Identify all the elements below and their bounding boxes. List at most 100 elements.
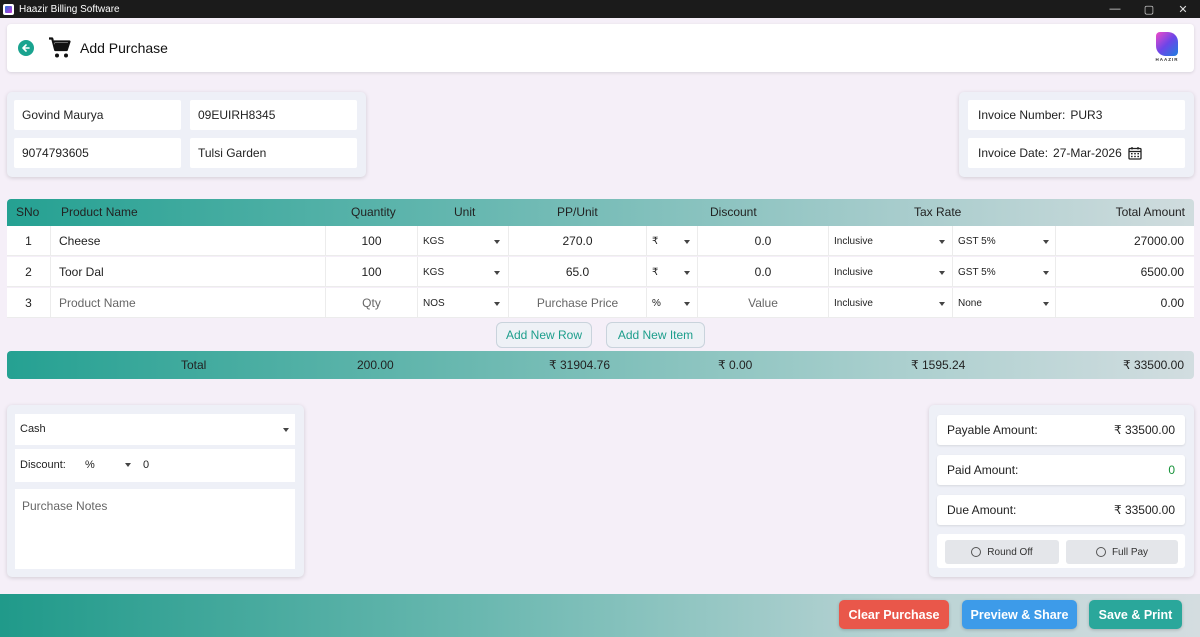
invoice-number-field[interactable]: Invoice Number: PUR3: [968, 100, 1185, 130]
chevron-down-icon: [494, 240, 500, 244]
clear-purchase-button[interactable]: Clear Purchase: [839, 600, 949, 629]
row-sno: 2: [7, 257, 51, 287]
tax-mode-select[interactable]: Inclusive: [829, 226, 953, 256]
close-button[interactable]: ✕: [1166, 0, 1200, 18]
payable-amount-value: ₹ 33500.00: [1113, 423, 1175, 437]
col-discount: Discount: [710, 205, 757, 219]
chevron-down-icon: [684, 271, 690, 275]
add-new-item-button[interactable]: Add New Item: [606, 322, 705, 348]
bill-discount-row: Discount: % 0: [15, 449, 295, 482]
chevron-down-icon: [684, 240, 690, 244]
discount-type-select[interactable]: %: [647, 288, 698, 318]
unit-select[interactable]: NOS: [418, 288, 509, 318]
quantity-input[interactable]: 100: [326, 226, 418, 256]
app-icon: [3, 3, 14, 15]
preview-share-button[interactable]: Preview & Share: [962, 600, 1077, 629]
radio-icon: [1095, 547, 1106, 557]
shopping-cart-icon: [49, 37, 71, 58]
tax-mode-select[interactable]: Inclusive: [829, 257, 953, 287]
purchase-price-input[interactable]: 65.0: [509, 257, 647, 287]
supplier-details-card: Govind Maurya 09EUIRH8345 9074793605 Tul…: [7, 92, 366, 177]
bill-discount-input[interactable]: 0: [143, 459, 149, 471]
arrow-left-icon: [22, 44, 30, 52]
invoice-details-card: Invoice Number: PUR3 Invoice Date: 27-Ma…: [959, 92, 1194, 177]
page-title: Add Purchase: [80, 40, 168, 56]
supplier-gstin-field[interactable]: 09EUIRH8345: [190, 100, 357, 130]
chevron-down-icon: [684, 302, 690, 306]
invoice-date-value: 27-Mar-2026: [1053, 146, 1122, 160]
round-off-toggle[interactable]: Round Off: [945, 540, 1059, 564]
unit-select[interactable]: KGS: [418, 226, 509, 256]
supplier-name-field[interactable]: Govind Maurya: [14, 100, 181, 130]
row-total-amount: 27000.00: [1133, 234, 1184, 248]
discount-type-select[interactable]: ₹: [647, 226, 698, 256]
payable-amount-label: Payable Amount:: [947, 423, 1038, 437]
discount-input[interactable]: 0.0: [698, 226, 829, 256]
total-purchase-price: ₹ 31904.76: [549, 358, 611, 372]
col-pp-unit: PP/Unit: [557, 205, 598, 219]
due-amount-value: ₹ 33500.00: [1113, 503, 1175, 517]
payment-mode-select[interactable]: Cash: [15, 414, 295, 445]
total-tax: ₹ 1595.24: [911, 358, 966, 372]
radio-icon: [971, 547, 982, 557]
chevron-down-icon: [494, 271, 500, 275]
payment-options-card: Cash Discount: % 0 Purchase Notes: [7, 405, 304, 577]
save-print-button[interactable]: Save & Print: [1089, 600, 1182, 629]
bill-discount-label: Discount:: [20, 459, 66, 471]
total-amount: ₹ 33500.00: [1122, 358, 1184, 372]
col-total-amount: Total Amount: [1115, 205, 1185, 219]
minimize-button[interactable]: —: [1098, 0, 1132, 18]
row-total-amount: 6500.00: [1140, 265, 1184, 279]
supplier-phone-field[interactable]: 9074793605: [14, 138, 181, 168]
paid-amount-input[interactable]: 0: [1168, 463, 1175, 477]
supplier-address-field[interactable]: Tulsi Garden: [190, 138, 357, 168]
unit-select[interactable]: KGS: [418, 257, 509, 287]
chevron-down-icon: [494, 302, 500, 306]
tax-rate-select[interactable]: GST 5%: [953, 226, 1056, 256]
chevron-down-icon: [1043, 240, 1049, 244]
discount-input[interactable]: Value: [698, 288, 829, 318]
row-total-amount: 0.00: [1160, 296, 1184, 310]
full-pay-toggle[interactable]: Full Pay: [1066, 540, 1178, 564]
product-name-input[interactable]: Product Name: [51, 288, 326, 318]
chevron-down-icon: [939, 302, 945, 306]
maximize-button[interactable]: ▢: [1132, 0, 1166, 18]
bill-discount-type-select[interactable]: %: [85, 453, 137, 477]
window-title-bar: Haazir Billing Software — ▢ ✕: [0, 0, 1200, 18]
tax-rate-select[interactable]: None: [953, 288, 1056, 318]
invoice-number-label: Invoice Number:: [978, 108, 1066, 122]
due-amount-label: Due Amount:: [947, 503, 1017, 517]
product-name-input[interactable]: Cheese: [51, 226, 326, 256]
invoice-date-field[interactable]: Invoice Date: 27-Mar-2026: [968, 138, 1185, 168]
tax-rate-select[interactable]: GST 5%: [953, 257, 1056, 287]
chevron-down-icon: [1043, 271, 1049, 275]
discount-input[interactable]: 0.0: [698, 257, 829, 287]
purchase-price-input[interactable]: Purchase Price: [509, 288, 647, 318]
col-sno: SNo: [16, 205, 40, 219]
purchase-notes-input[interactable]: Purchase Notes: [15, 489, 295, 569]
row-sno: 3: [7, 288, 51, 318]
chevron-down-icon: [283, 428, 289, 432]
purchase-price-input[interactable]: 270.0: [509, 226, 647, 256]
invoice-number-value: PUR3: [1070, 108, 1103, 122]
col-product-name: Product Name: [61, 205, 138, 219]
back-button[interactable]: [18, 40, 34, 56]
total-discount: ₹ 0.00: [718, 358, 753, 372]
calendar-icon[interactable]: [1128, 146, 1142, 160]
paid-amount-row[interactable]: Paid Amount: 0: [937, 455, 1185, 485]
due-amount-row: Due Amount: ₹ 33500.00: [937, 495, 1185, 525]
action-footer: Clear Purchase Preview & Share Save & Pr…: [0, 594, 1200, 637]
payable-amount-row: Payable Amount: ₹ 33500.00: [937, 415, 1185, 445]
quantity-input[interactable]: Qty: [326, 288, 418, 318]
chevron-down-icon: [1043, 302, 1049, 306]
window-title: Haazir Billing Software: [19, 3, 120, 15]
chevron-down-icon: [939, 240, 945, 244]
quantity-input[interactable]: 100: [326, 257, 418, 287]
add-new-row-button[interactable]: Add New Row: [496, 322, 592, 348]
table-row: 2 Toor Dal 100 KGS 65.0 ₹ 0.0 Inclusive …: [7, 257, 1194, 287]
tax-mode-select[interactable]: Inclusive: [829, 288, 953, 318]
product-name-input[interactable]: Toor Dal: [51, 257, 326, 287]
totals-bar: Total 200.00 ₹ 31904.76 ₹ 0.00 ₹ 1595.24…: [7, 351, 1194, 379]
discount-type-select[interactable]: ₹: [647, 257, 698, 287]
col-quantity: Quantity: [351, 205, 396, 219]
